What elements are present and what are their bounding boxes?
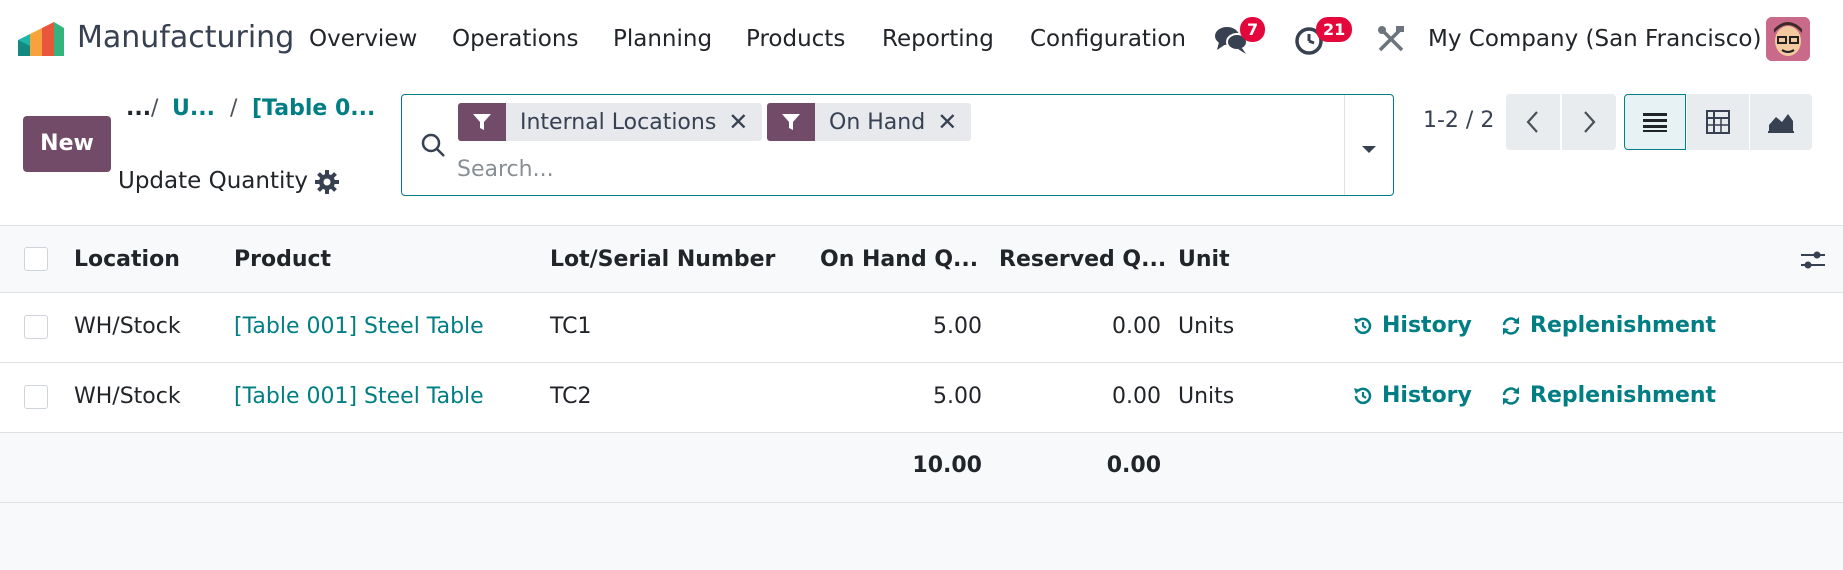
new-button[interactable]: New — [23, 116, 111, 172]
remove-facet-close-icon[interactable]: ✕ — [728, 108, 762, 136]
history-icon — [1354, 317, 1372, 334]
search-icon — [420, 132, 446, 158]
sliders-icon — [1801, 251, 1825, 269]
facet-label: Internal Locations — [520, 109, 717, 135]
debug-tools-button[interactable] — [1376, 24, 1406, 54]
column-header-product[interactable]: Product — [234, 247, 331, 272]
refresh-icon — [1502, 386, 1520, 405]
graph-view-button[interactable] — [1750, 94, 1812, 150]
breadcrumb-ellipsis[interactable]: ... — [126, 96, 151, 121]
pager-previous-button[interactable] — [1506, 94, 1560, 150]
cell-product-link[interactable]: [Table 001] Steel Table — [234, 314, 484, 339]
table-header: Location Product Lot/Serial Number On Ha… — [0, 225, 1843, 293]
nav-products[interactable]: Products — [746, 26, 845, 52]
cell-location: WH/Stock — [74, 384, 181, 409]
company-switcher[interactable]: My Company (San Francisco) — [1428, 26, 1761, 52]
search-facet-on-hand: On Hand ✕ — [767, 103, 972, 141]
list-empty-area — [0, 503, 1843, 570]
breadcrumb-item-current[interactable]: [Table 0... — [252, 96, 375, 121]
select-all-checkbox[interactable] — [24, 247, 48, 271]
update-quantity-button[interactable]: Update Quantity — [118, 168, 308, 194]
history-label: History — [1382, 313, 1472, 338]
cell-on-hand: 5.00 — [933, 314, 982, 339]
column-header-on-hand[interactable]: On Hand Q... — [820, 247, 978, 272]
column-header-reserved[interactable]: Reserved Q... — [999, 247, 1166, 272]
pager-next-button[interactable] — [1562, 94, 1616, 150]
cell-product-link[interactable]: [Table 001] Steel Table — [234, 384, 484, 409]
table-row[interactable]: WH/Stock [Table 001] Steel Table TC2 5.0… — [0, 363, 1843, 433]
tools-icon — [1378, 26, 1404, 52]
table-footer-totals: 10.00 0.00 — [0, 433, 1843, 503]
cell-lot: TC2 — [550, 384, 592, 409]
user-avatar[interactable] — [1766, 17, 1810, 61]
replenishment-button[interactable]: Replenishment — [1500, 383, 1716, 408]
list-icon — [1643, 113, 1667, 132]
cell-reserved: 0.00 — [1112, 314, 1161, 339]
nav-planning[interactable]: Planning — [613, 26, 712, 52]
breadcrumb-item-parent[interactable]: U... — [172, 96, 215, 121]
filter-icon — [458, 103, 506, 141]
search-facet-internal-locations: Internal Locations ✕ — [458, 103, 763, 141]
nav-overview[interactable]: Overview — [309, 26, 417, 52]
nav-reporting[interactable]: Reporting — [882, 26, 994, 52]
gear-icon[interactable] — [315, 170, 339, 194]
pager-value[interactable]: 1-2 / 2 — [1423, 108, 1494, 133]
cell-unit: Units — [1178, 314, 1235, 339]
pivot-view-button[interactable] — [1687, 94, 1749, 150]
messages-count-badge: 7 — [1240, 17, 1266, 42]
total-on-hand: 10.00 — [912, 453, 982, 478]
nav-operations[interactable]: Operations — [452, 26, 578, 52]
app-logo-icon[interactable] — [16, 22, 66, 58]
cell-reserved: 0.00 — [1112, 384, 1161, 409]
filter-icon — [767, 103, 815, 141]
optional-columns-toggle[interactable] — [1800, 248, 1826, 272]
app-title[interactable]: Manufacturing — [77, 20, 294, 55]
cell-lot: TC1 — [550, 314, 592, 339]
chevron-right-icon — [1584, 111, 1596, 133]
top-navbar: Manufacturing Overview Operations Planni… — [0, 0, 1843, 80]
table-row[interactable]: WH/Stock [Table 001] Steel Table TC1 5.0… — [0, 293, 1843, 363]
replenishment-button[interactable]: Replenishment — [1500, 313, 1716, 338]
column-header-location[interactable]: Location — [74, 247, 180, 272]
cell-unit: Units — [1178, 384, 1235, 409]
search-options-toggle[interactable] — [1357, 137, 1381, 153]
search-divider — [1344, 95, 1345, 195]
history-label: History — [1382, 383, 1472, 408]
history-button[interactable]: History — [1352, 383, 1472, 408]
search-panel: Internal Locations ✕ On Hand ✕ — [401, 94, 1394, 196]
history-icon — [1354, 387, 1372, 404]
breadcrumb-separator: / — [151, 96, 159, 121]
chevron-left-icon — [1526, 111, 1538, 133]
remove-facet-close-icon[interactable]: ✕ — [937, 108, 971, 136]
replenishment-label: Replenishment — [1530, 313, 1717, 338]
total-reserved: 0.00 — [1106, 453, 1161, 478]
row-checkbox[interactable] — [24, 315, 48, 339]
cell-location: WH/Stock — [74, 314, 181, 339]
history-button[interactable]: History — [1352, 313, 1472, 338]
row-checkbox[interactable] — [24, 385, 48, 409]
column-header-lot[interactable]: Lot/Serial Number — [550, 247, 775, 272]
table-grid-icon — [1706, 110, 1730, 134]
caret-down-icon — [1362, 146, 1376, 153]
nav-configuration[interactable]: Configuration — [1030, 26, 1186, 52]
cell-on-hand: 5.00 — [933, 384, 982, 409]
facet-label: On Hand — [829, 109, 926, 135]
activities-count-badge: 21 — [1316, 17, 1353, 42]
replenishment-label: Replenishment — [1530, 383, 1717, 408]
refresh-icon — [1502, 316, 1520, 335]
search-input[interactable] — [457, 151, 1237, 187]
column-header-unit[interactable]: Unit — [1178, 247, 1230, 272]
breadcrumb-separator: / — [230, 96, 238, 121]
area-chart-icon — [1768, 114, 1794, 133]
list-view-button[interactable] — [1624, 94, 1686, 150]
